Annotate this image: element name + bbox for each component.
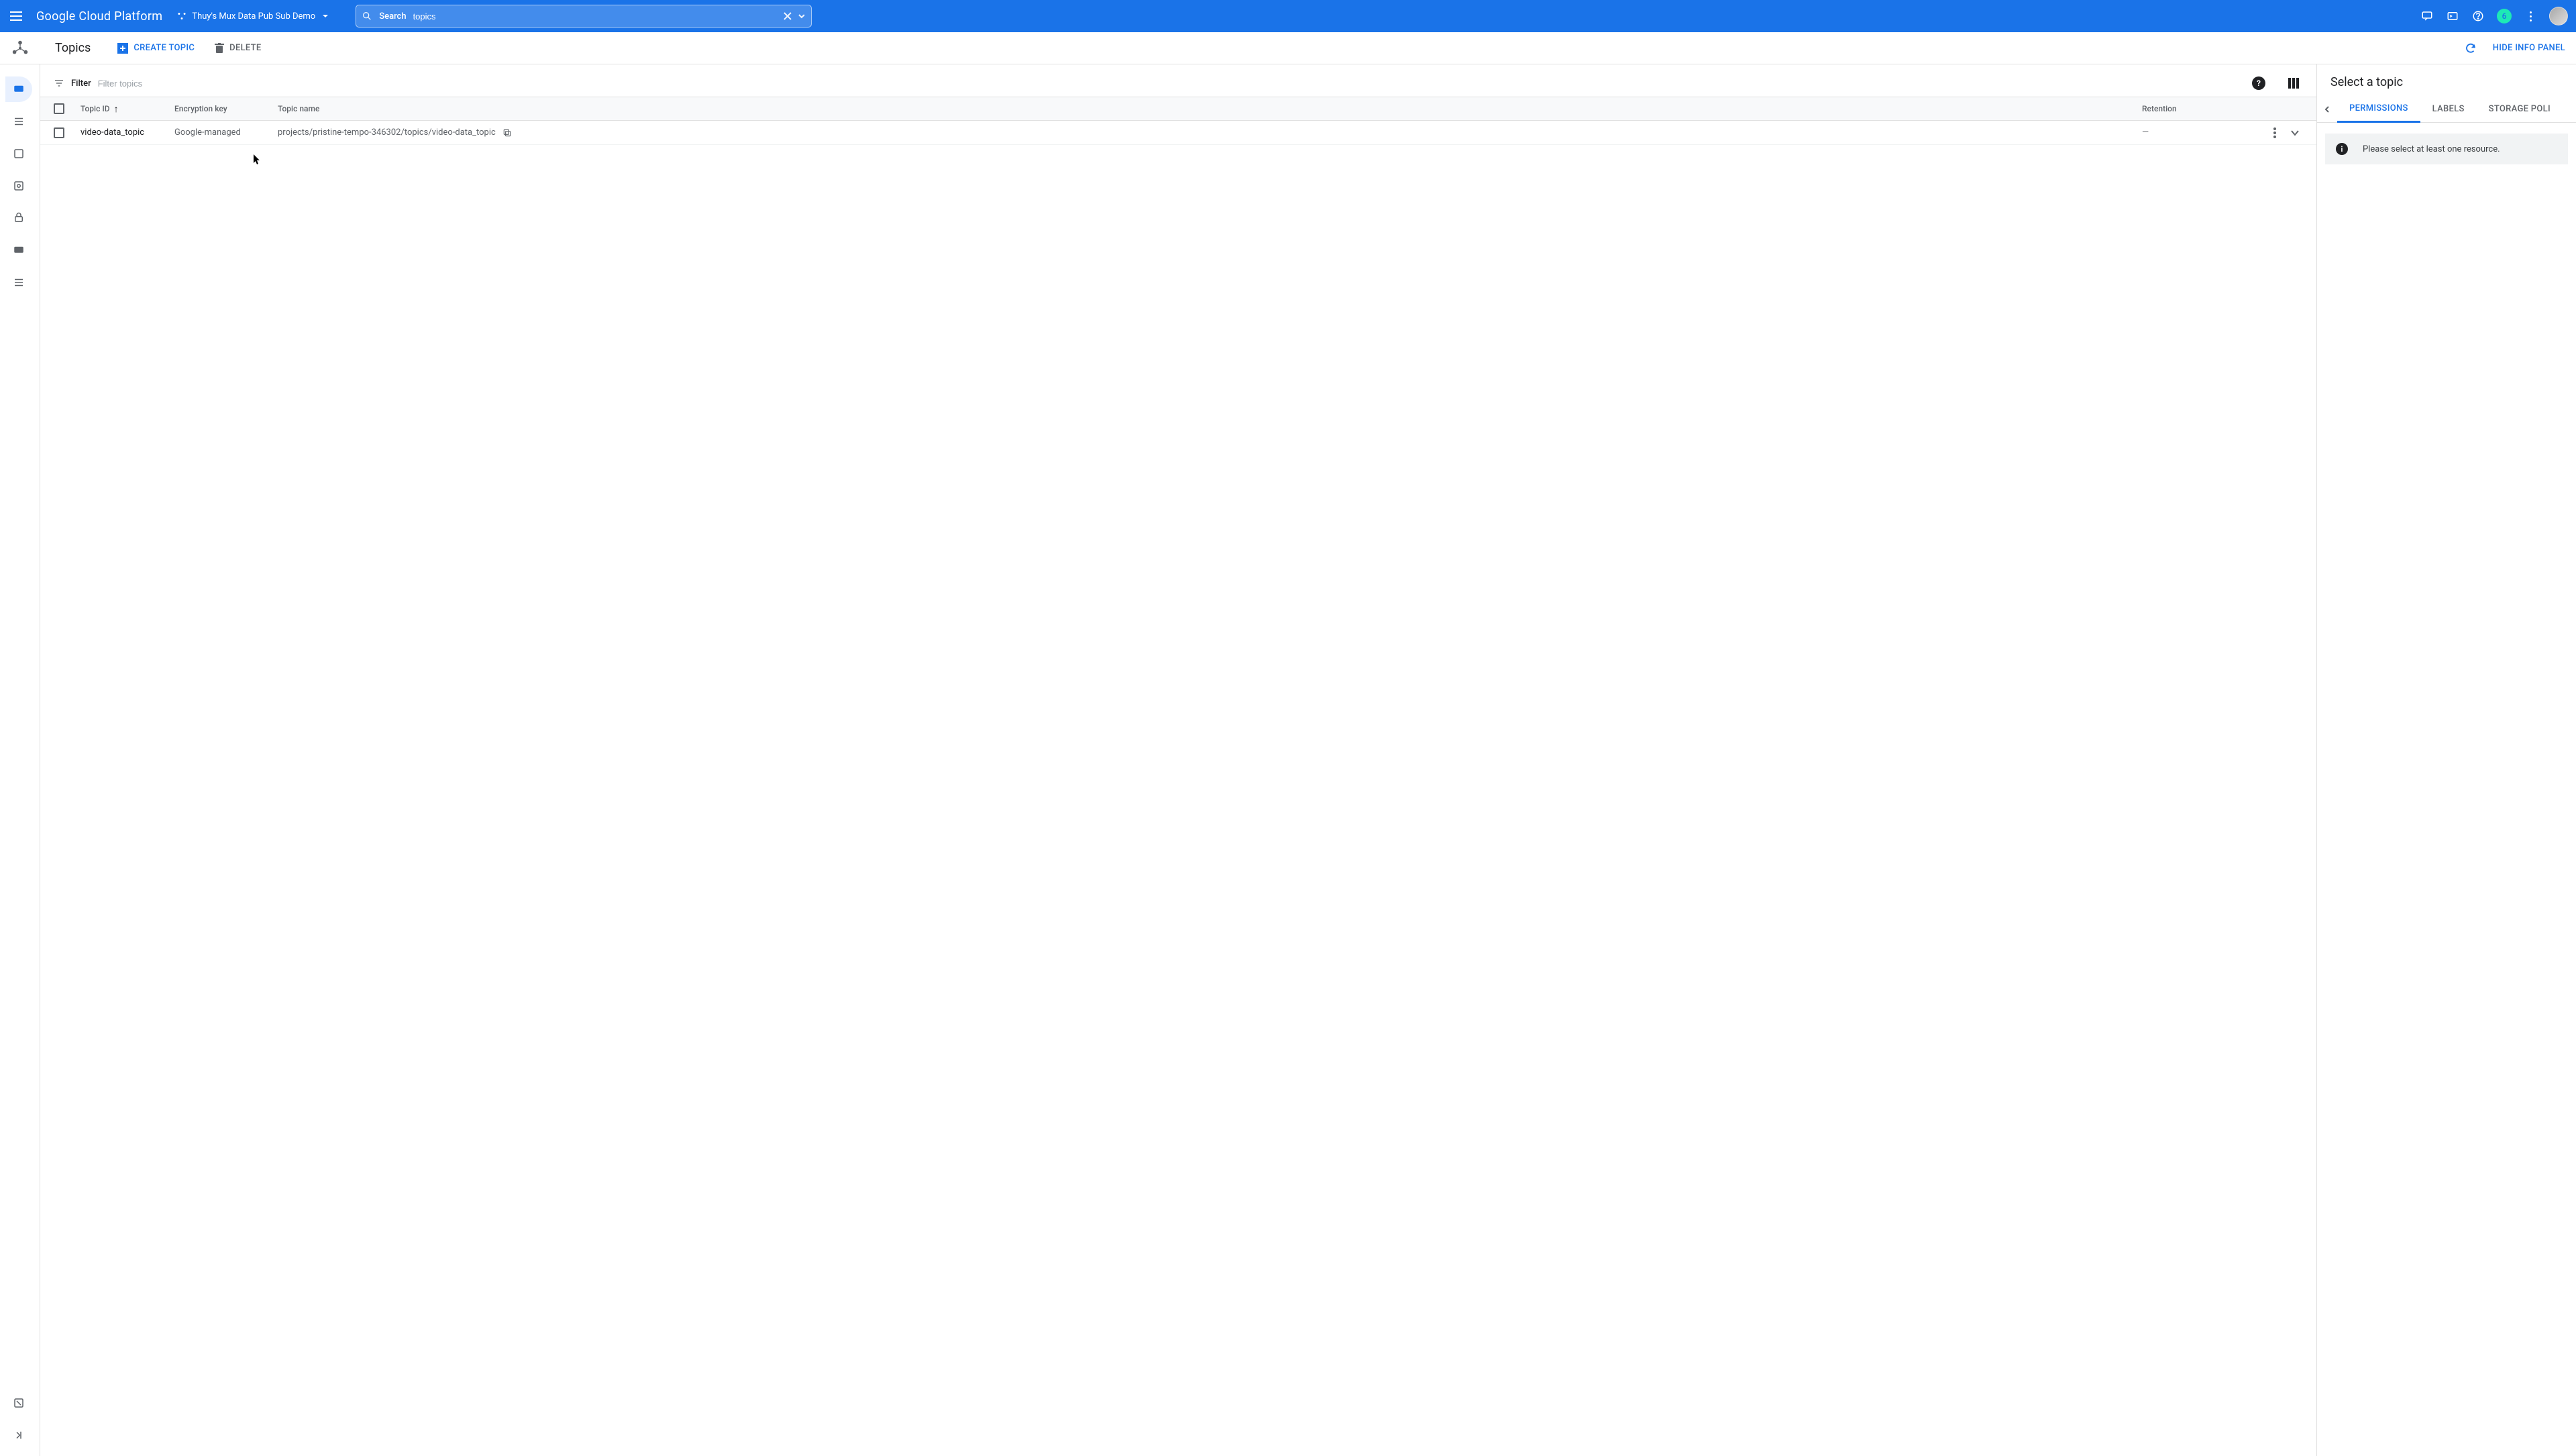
left-nav (0, 64, 40, 1456)
nav-schemas[interactable] (5, 173, 32, 199)
col-topic-name[interactable]: Topic name (278, 104, 2142, 113)
tab-labels[interactable]: LABELS (2420, 96, 2477, 122)
columns-icon[interactable] (2288, 78, 2299, 89)
nav-subscriptions[interactable] (5, 109, 32, 134)
select-all-checkbox[interactable] (54, 103, 64, 114)
pubsub-product-icon[interactable] (7, 35, 34, 62)
project-picker[interactable]: Thuy's Mux Data Pub Sub Demo (177, 11, 329, 21)
help-icon[interactable] (2471, 9, 2485, 23)
info-panel-message: i Please select at least one resource. (2325, 134, 2568, 164)
search-bar[interactable]: Search (356, 5, 812, 28)
more-icon[interactable] (2524, 9, 2537, 23)
trash-icon (215, 43, 224, 54)
cell-retention: — (2142, 127, 2249, 138)
create-topic-button[interactable]: CREATE TOPIC (117, 43, 195, 54)
hide-info-panel-button[interactable]: HIDE INFO PANEL (2493, 43, 2565, 53)
dropdown-arrow-icon (322, 13, 329, 19)
filter-bar: Filter ? (40, 64, 2316, 97)
delete-button[interactable]: DELETE (215, 43, 261, 54)
account-avatar[interactable] (2549, 7, 2568, 25)
cell-encryption: Google-managed (174, 127, 278, 138)
menu-icon[interactable] (8, 8, 24, 24)
project-name: Thuy's Mux Data Pub Sub Demo (192, 11, 315, 21)
create-topic-label: CREATE TOPIC (133, 43, 195, 53)
info-panel-title: Select a topic (2317, 64, 2576, 96)
platform-logo[interactable]: Google Cloud Platform (36, 9, 162, 23)
top-header: Google Cloud Platform Thuy's Mux Data Pu… (0, 0, 2576, 32)
col-encryption-key[interactable]: Encryption key (174, 104, 278, 113)
row-menu-icon[interactable] (2273, 127, 2276, 138)
table-header: Topic ID ↑ Encryption key Topic name Ret… (40, 97, 2316, 121)
expand-row-icon[interactable] (2290, 127, 2300, 138)
filter-label: Filter (71, 79, 91, 89)
copy-icon[interactable] (502, 128, 512, 138)
refresh-button[interactable] (2465, 42, 2477, 54)
search-icon (362, 11, 372, 21)
nav-marketplace[interactable] (5, 1390, 32, 1416)
tab-storage-policy[interactable]: STORAGE POLI (2477, 96, 2563, 122)
content-area: Filter ? Topic ID ↑ Encryption key Topic… (40, 64, 2317, 1456)
nav-topics[interactable] (5, 76, 32, 102)
header-right: 6 (2420, 7, 2568, 25)
page-title: Topics (55, 41, 91, 55)
notifications-badge[interactable]: 6 (2497, 9, 2512, 23)
nav-snapshots[interactable] (5, 141, 32, 166)
cell-topic-id[interactable]: video-data_topic (80, 127, 174, 138)
tabs-scroll-left-icon[interactable] (2317, 106, 2337, 113)
search-label: Search (379, 11, 406, 21)
action-bar: Topics CREATE TOPIC DELETE HIDE INFO PAN… (0, 32, 2576, 64)
project-icon (177, 11, 186, 21)
col-topic-id[interactable]: Topic ID ↑ (80, 103, 174, 115)
cloud-shell-icon[interactable] (2446, 9, 2459, 23)
cursor-icon (254, 154, 262, 165)
tab-permissions[interactable]: PERMISSIONS (2337, 97, 2420, 123)
nav-collapse-icon[interactable] (5, 1422, 32, 1448)
cell-topic-name: projects/pristine-tempo-346302/topics/vi… (278, 127, 2142, 138)
action-bar-right: HIDE INFO PANEL (2465, 42, 2576, 54)
main-area: Filter ? Topic ID ↑ Encryption key Topic… (40, 64, 2576, 1456)
delete-label: DELETE (229, 43, 261, 53)
table-row[interactable]: video-data_topic Google-managed projects… (40, 121, 2316, 145)
body: Filter ? Topic ID ↑ Encryption key Topic… (0, 64, 2576, 1456)
clear-search-icon[interactable] (783, 11, 792, 21)
col-retention[interactable]: Retention (2142, 104, 2249, 113)
info-panel-tabs: PERMISSIONS LABELS STORAGE POLI (2317, 96, 2576, 123)
search-input[interactable] (413, 11, 778, 21)
info-icon: i (2336, 143, 2348, 155)
nav-lite-topics[interactable] (5, 238, 32, 263)
nav-lite-subscriptions[interactable] (5, 270, 32, 295)
filter-input[interactable] (98, 79, 2245, 89)
info-panel: Select a topic PERMISSIONS LABELS STORAG… (2317, 64, 2576, 1456)
plus-icon (117, 43, 128, 54)
filter-icon (54, 78, 64, 89)
search-dropdown-icon[interactable] (798, 12, 806, 20)
row-checkbox[interactable] (54, 127, 64, 138)
chat-icon[interactable] (2420, 9, 2434, 23)
filter-help-icon[interactable]: ? (2252, 76, 2265, 90)
sort-asc-icon: ↑ (114, 103, 119, 115)
nav-lite-reservations[interactable] (5, 205, 32, 231)
